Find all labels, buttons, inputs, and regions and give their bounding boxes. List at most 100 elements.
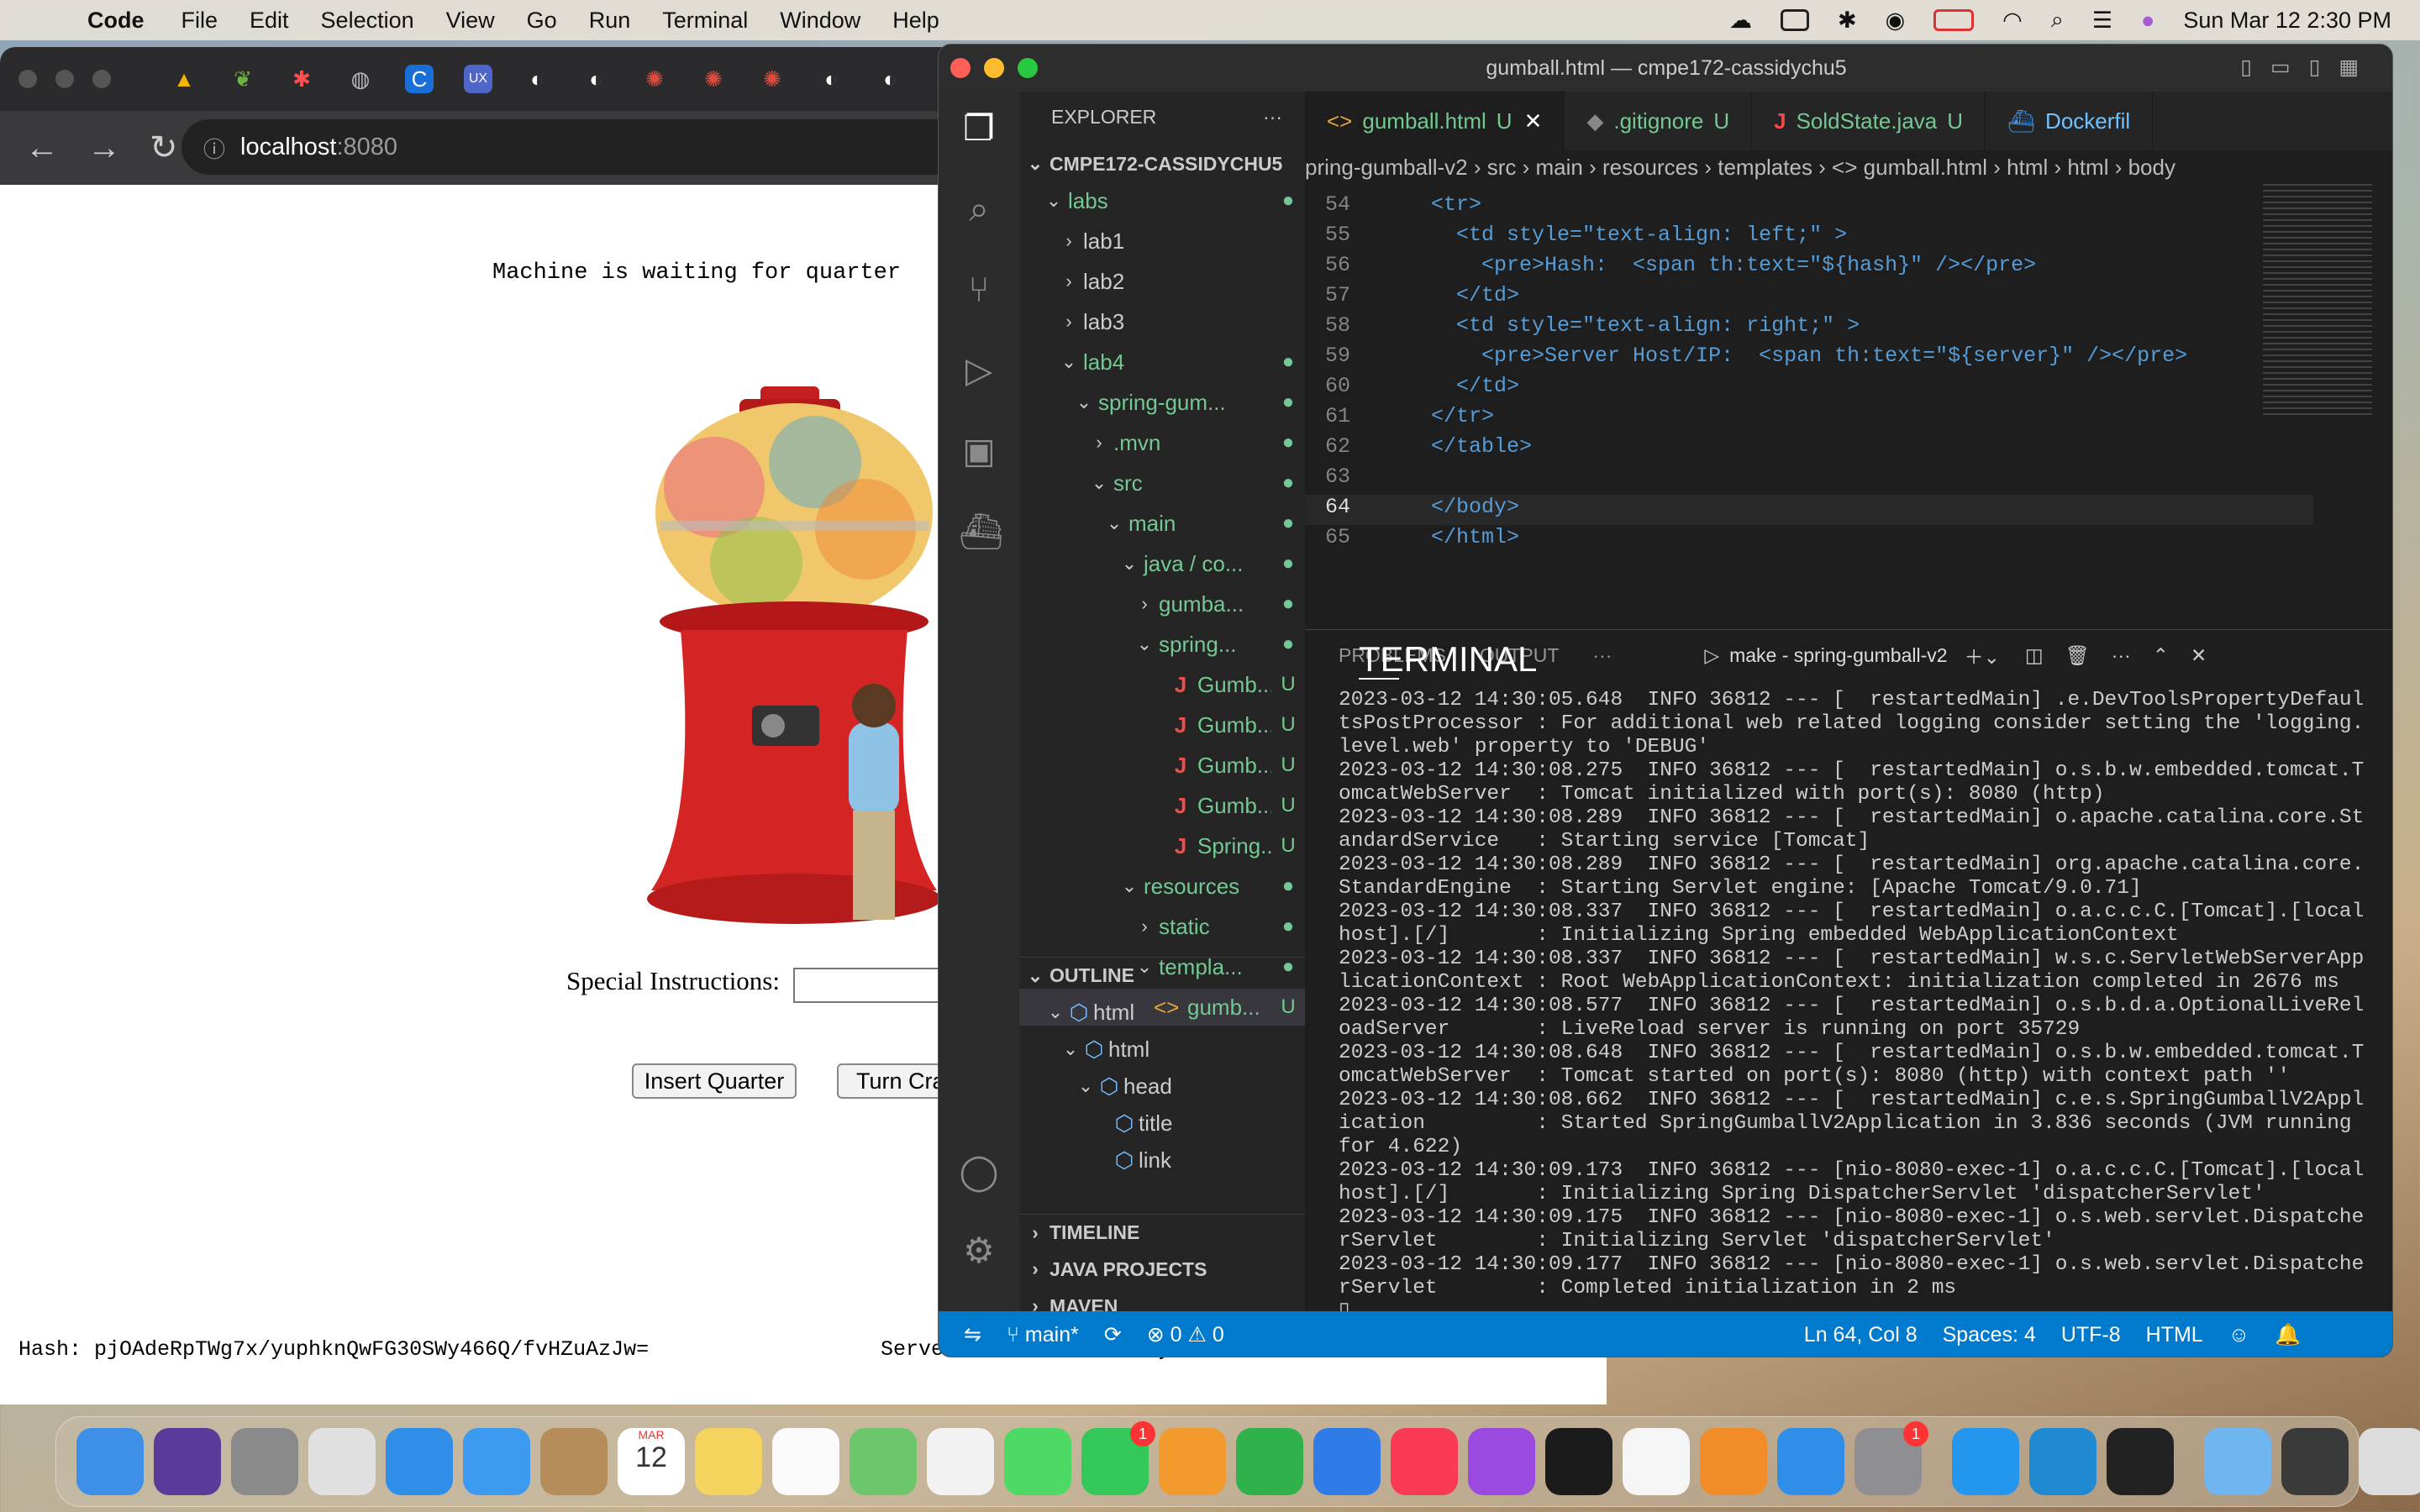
code-line[interactable]: 63	[1305, 465, 2313, 495]
menu-go[interactable]: Go	[527, 8, 557, 34]
keynote-icon[interactable]	[1313, 1428, 1381, 1495]
canvas-tab-icon[interactable]: ✺	[699, 65, 728, 93]
close-panel-icon[interactable]: ✕	[2191, 644, 2207, 667]
finder-icon[interactable]	[76, 1428, 144, 1495]
tree-item[interactable]: ⌄ src ●	[1019, 465, 1305, 501]
menu-view[interactable]: View	[446, 8, 495, 34]
trash-icon[interactable]: 🗑	[2065, 644, 2090, 667]
outline-item[interactable]: ⬡ link	[1019, 1142, 1305, 1179]
reload-icon[interactable]: ↻	[150, 129, 178, 167]
tab-terminal[interactable]: TERMINAL	[1359, 639, 1537, 680]
tree-item[interactable]: ⌄ java / co... ●	[1019, 545, 1305, 582]
back-icon[interactable]: ←	[25, 129, 59, 167]
more-icon[interactable]: ···	[1592, 644, 1612, 667]
timeline-header[interactable]: › TIMELINE	[1019, 1214, 1305, 1251]
tree-item[interactable]: ⌄ spring-gum... ●	[1019, 384, 1305, 421]
outline-item[interactable]: ⬡ title	[1019, 1105, 1305, 1142]
outline-item[interactable]: ⌄ ⬡ html	[1019, 994, 1305, 1031]
encoding[interactable]: UTF-8	[2061, 1323, 2121, 1347]
code-line[interactable]: 65 </html>	[1305, 525, 2313, 555]
battery-icon[interactable]	[1933, 9, 1975, 31]
java-projects-header[interactable]: › JAVA PROJECTS	[1019, 1251, 1305, 1288]
more-actions-icon[interactable]: ···	[1263, 106, 1305, 129]
language-mode[interactable]: HTML	[2146, 1323, 2203, 1347]
folder-icon[interactable]	[2204, 1428, 2271, 1495]
globe-tab-icon[interactable]: ◍	[346, 65, 375, 93]
workspace-root[interactable]: ⌄ CMPE172-CASSIDYCHU5	[1019, 145, 1305, 182]
tree-item[interactable]: › lab3	[1019, 303, 1305, 340]
bluetooth-icon[interactable]: ✱	[1838, 8, 1857, 34]
account-icon[interactable]: ◯	[959, 1152, 999, 1192]
more-actions-icon[interactable]: ···	[2112, 644, 2131, 667]
sync-icon[interactable]: ⟳	[1104, 1322, 1122, 1347]
code-line[interactable]: 60 </td>	[1305, 374, 2313, 404]
pages-icon[interactable]	[1159, 1428, 1226, 1495]
tree-item[interactable]: J Gumb... U	[1019, 787, 1305, 824]
tree-item[interactable]: › .mvn ●	[1019, 424, 1305, 461]
github-tab-icon[interactable]: ◐	[523, 65, 551, 93]
new-terminal-icon[interactable]: ＋⌄	[1965, 641, 2000, 669]
code-line[interactable]: 59 <pre>Server Host/IP: <span th:text="$…	[1305, 344, 2313, 374]
minimize-window-button[interactable]	[55, 70, 74, 88]
tv-icon[interactable]	[1545, 1428, 1612, 1495]
notes-icon[interactable]	[695, 1428, 762, 1495]
code-line[interactable]: 64 </body>	[1305, 495, 2313, 525]
menu-selection[interactable]: Selection	[321, 8, 414, 34]
minimize-window-button[interactable]	[984, 58, 1004, 78]
maximize-panel-icon[interactable]: ⌃	[2153, 644, 2169, 667]
control-center-icon[interactable]: ☰	[2092, 8, 2112, 34]
maps-icon[interactable]	[850, 1428, 917, 1495]
tree-item[interactable]: ⌄ spring... ●	[1019, 626, 1305, 663]
code-line[interactable]: 54 <tr>	[1305, 192, 2313, 223]
facetime-icon[interactable]: 1	[1081, 1421, 1155, 1495]
tree-item[interactable]: ⌄ main ●	[1019, 505, 1305, 542]
tree-item[interactable]: › lab1	[1019, 223, 1305, 260]
minimap[interactable]	[2263, 184, 2372, 419]
news-icon[interactable]	[1623, 1428, 1690, 1495]
asterisk-tab-icon[interactable]: ✱	[287, 65, 316, 93]
code-line[interactable]: 61 </tr>	[1305, 404, 2313, 434]
code-line[interactable]: 55 <td style="text-align: left;" >	[1305, 223, 2313, 253]
problems-indicator[interactable]: ⊗ 0 ⚠ 0	[1147, 1322, 1224, 1347]
books-icon[interactable]	[1700, 1428, 1767, 1495]
settings-icon[interactable]: 1	[1854, 1421, 1928, 1495]
tab-gitignore[interactable]: ◆ .gitignore U	[1565, 92, 1753, 150]
tree-item[interactable]: ⌄ labs ●	[1019, 182, 1305, 219]
github-tab-icon[interactable]: ◐	[876, 65, 904, 93]
keyboard-icon[interactable]	[1780, 9, 1809, 31]
github-tab-icon[interactable]: ◐	[817, 65, 845, 93]
spring-tab-icon[interactable]: ❦	[229, 65, 257, 93]
safari-icon[interactable]	[386, 1428, 453, 1495]
tab-dockerfile[interactable]: ⛴ Dockerfil	[1986, 92, 2154, 150]
outline-item[interactable]: ⌄ ⬡ head	[1019, 1068, 1305, 1105]
menu-help[interactable]: Help	[892, 8, 939, 34]
branch-indicator[interactable]: ⑂ main*	[1007, 1323, 1079, 1347]
tree-item[interactable]: J Gumb... U	[1019, 666, 1305, 703]
photos-icon[interactable]	[927, 1428, 994, 1495]
tab-soldstate-java[interactable]: J SoldState.java U	[1752, 92, 1986, 150]
tree-item[interactable]: ⌄ lab4 ●	[1019, 344, 1305, 381]
close-window-button[interactable]	[950, 58, 971, 78]
run-debug-icon[interactable]: ▷	[959, 350, 999, 391]
menu-file[interactable]: File	[182, 8, 218, 34]
clock[interactable]: Sun Mar 12 2:30 PM	[2183, 8, 2391, 34]
wifi-icon[interactable]: ◠	[2002, 8, 2023, 34]
ux-tab-icon[interactable]: UX	[464, 65, 492, 93]
intellij-icon[interactable]	[2107, 1428, 2174, 1495]
menu-terminal[interactable]: Terminal	[662, 8, 748, 34]
indent-setting[interactable]: Spaces: 4	[1943, 1323, 2036, 1347]
code-line[interactable]: 57 </td>	[1305, 283, 2313, 313]
outline-item[interactable]: ⌄ ⬡ html	[1019, 1031, 1305, 1068]
tree-item[interactable]: J Gumb... U	[1019, 747, 1305, 784]
numbers-icon[interactable]	[1236, 1428, 1303, 1495]
spotlight-icon[interactable]: ⌕	[2051, 7, 2064, 34]
canvas-tab-icon[interactable]: ✺	[758, 65, 786, 93]
menu-edit[interactable]: Edit	[250, 8, 289, 34]
close-window-button[interactable]	[18, 70, 37, 88]
music-icon[interactable]	[1391, 1428, 1458, 1495]
tree-item[interactable]: › gumba... ●	[1019, 585, 1305, 622]
instructions-input[interactable]	[793, 968, 961, 1003]
notifications-icon[interactable]: 🔔	[2275, 1323, 2301, 1347]
reminders-icon[interactable]	[772, 1428, 839, 1495]
launchpad-icon[interactable]	[231, 1428, 298, 1495]
